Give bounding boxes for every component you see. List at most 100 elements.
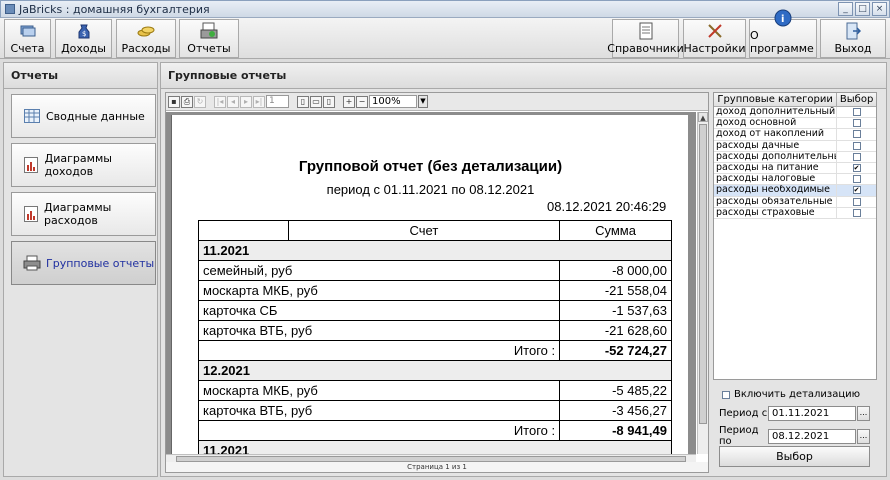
report-generated: 08.12.2021 20:46:29 [547,199,667,214]
category-checkbox[interactable] [852,108,861,117]
category-row[interactable]: расходы страховые [714,207,876,219]
account-name: семейный, руб [197,260,561,281]
report-group-row: 12.2021 [198,360,672,381]
category-row[interactable]: расходы дачные [714,140,876,152]
category-checkbox[interactable] [852,197,861,206]
period-from-picker-button[interactable]: ... [857,406,870,421]
report-page-area: Групповой отчет (без детализации) период… [166,112,696,454]
category-checkbox[interactable] [852,130,861,139]
category-row[interactable]: расходы налоговые [714,174,876,186]
toolbar-exit-button[interactable]: Выход [820,19,886,58]
category-row[interactable]: доход дополнительный [714,107,876,119]
report-title: Групповой отчет (без детализации) [298,158,563,175]
period-to-input[interactable]: 08.12.2021 [768,428,856,444]
bar-chart-icon [23,156,40,174]
report-period: период с 01.11.2021 по 08.12.2021 [326,182,535,197]
sidebar-item-group-reports[interactable]: Групповые отчеты [11,241,156,285]
report-total-row: Итого : -52 724,27 [197,340,672,361]
page-view-icon[interactable]: ▯ [297,95,309,108]
period-from-input[interactable]: 01.11.2021 [768,406,856,421]
report-item-row: москарта МКБ, руб -21 558,04 [197,280,672,301]
report-page: Групповой отчет (без детализации) период… [171,115,688,454]
total-sum: -52 724,27 [559,340,672,361]
category-checkbox[interactable] [852,152,861,161]
account-sum: -21 628,60 [559,320,672,341]
print-icon[interactable]: ⎙ [181,95,193,108]
category-row[interactable]: доход основной [714,118,876,130]
first-page-icon[interactable]: |◂ [214,95,226,108]
sidebar-title: Отчеты [4,63,157,89]
sidebar-item-expense-charts[interactable]: Диаграммы расходов [11,192,156,236]
maximize-icon[interactable]: □ [855,2,870,16]
table-icon [23,107,41,125]
app-icon [5,4,15,14]
category-checkbox[interactable] [852,141,861,150]
toolbar-about-button[interactable]: i О программе [749,9,817,58]
category-name: расходы страховые [714,207,837,218]
toolbar-settings-button[interactable]: Настройки [683,19,746,58]
category-checkbox[interactable]: ✔ [852,164,861,173]
category-name: расходы обязательные [714,196,837,207]
vertical-scroll-thumb[interactable] [699,124,707,424]
prev-page-icon[interactable]: ◂ [227,95,239,108]
settings-icon [706,22,724,40]
sidebar-item-summary[interactable]: Сводные данные [11,94,156,138]
account-name: москарта МКБ, руб [197,380,561,401]
category-name: расходы на питание [714,162,837,174]
window-title: JaBricks : домашняя бухгалтерия [19,2,210,16]
category-row[interactable]: расходы на питание ✔ [714,162,876,175]
next-page-icon[interactable]: ▸ [240,95,252,108]
minimize-icon[interactable]: _ [838,2,853,16]
page-width-icon[interactable]: ▭ [310,95,322,108]
account-name: москарта МКБ, руб [197,280,561,301]
refresh-icon[interactable]: ↻ [194,95,206,108]
detail-toggle[interactable]: Включить детализацию [722,389,860,400]
close-icon[interactable]: × [872,2,887,16]
reports-icon [200,22,218,40]
category-name: расходы налоговые [714,174,837,185]
scroll-up-icon[interactable]: ▲ [698,112,708,122]
info-icon: i [774,9,792,27]
toolbar-reports-button[interactable]: Отчеты [179,19,239,58]
report-item-row: семейный, руб -8 000,00 [197,260,672,281]
period-to-picker-button[interactable]: ... [857,428,870,444]
bar-chart-icon [23,205,39,223]
sidebar-item-income-charts[interactable]: Диаграммы доходов [11,143,156,187]
report-item-row: карточка СБ -1 537,63 [197,300,672,321]
category-table-header: Групповые категории Выбор [714,93,876,107]
two-pages-icon[interactable]: ▯ [323,95,335,108]
window-titlebar: JaBricks : домашняя бухгалтерия _ □ × [0,0,890,18]
exit-icon [844,22,862,40]
expenses-icon [137,22,155,40]
category-name: доход от накоплений [714,129,837,140]
toolbar-accounts-button[interactable]: Счета [4,19,51,58]
toolbar-expenses-button[interactable]: Расходы [116,19,176,58]
toolbar-directories-button[interactable]: Справочники [607,19,684,58]
page-number-input[interactable]: 1 [266,95,289,108]
main-toolbar: Счета $ Доходы Расходы Отчеты Справочник… [0,9,890,59]
toolbar-income-button[interactable]: $ Доходы [55,19,112,58]
save-icon[interactable]: ▪ [168,95,180,108]
category-row[interactable]: расходы дополнительные [714,151,876,163]
zoom-in-icon[interactable]: + [343,95,355,108]
report-group-row: 11.2021 [198,440,672,454]
period-to-row: Период по 08.12.2021 ... [719,425,870,447]
category-row[interactable]: расходы необходимые ✔ [714,185,876,197]
category-checkbox[interactable] [852,175,861,184]
category-checkbox[interactable] [852,208,861,217]
zoom-out-icon[interactable]: − [356,95,368,108]
select-button[interactable]: Выбор [719,446,870,467]
viewer-vertical-scrollbar[interactable]: ▲ [697,112,708,454]
category-checkbox[interactable] [852,119,861,128]
zoom-input[interactable]: 100% [369,95,417,108]
page-status: Страница 1 из 1 [166,462,708,472]
category-row[interactable]: доход от накоплений [714,129,876,141]
report-item-row: карточка ВТБ, руб -21 628,60 [197,320,672,341]
category-checkbox[interactable]: ✔ [852,186,861,195]
last-page-icon[interactable]: ▸| [253,95,265,108]
account-sum: -1 537,63 [559,300,672,321]
category-row[interactable]: расходы обязательные [714,196,876,208]
detail-checkbox[interactable] [722,390,730,399]
zoom-dropdown-icon[interactable]: ▼ [418,95,428,108]
category-name: доход дополнительный [716,107,837,118]
